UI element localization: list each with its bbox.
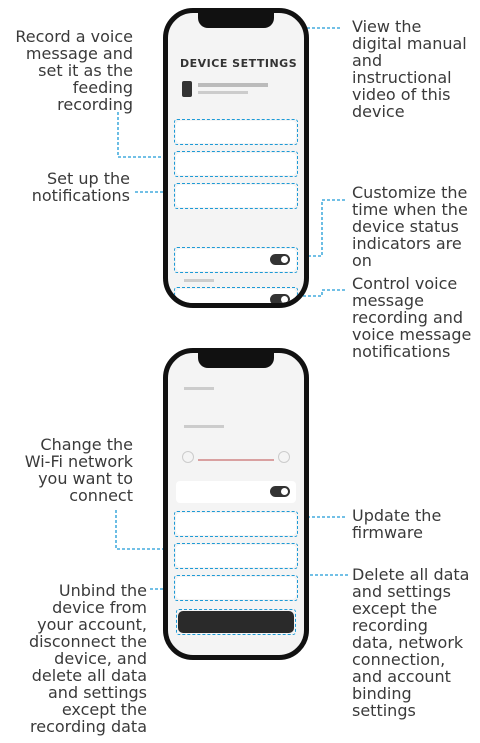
callout-line: and account <box>352 667 451 686</box>
callout-line: Wi-Fi network <box>24 452 133 471</box>
phone-device-settings-bottom <box>163 348 309 660</box>
callout-line: on <box>352 251 372 270</box>
callout-line: indicators are <box>352 234 462 253</box>
callout-line: time when the <box>352 200 468 219</box>
device-id-placeholder <box>198 91 248 94</box>
callout-line: Set up the <box>47 169 130 188</box>
callout-line: you want to <box>38 469 133 488</box>
callout-line: Customize the <box>352 183 468 202</box>
callout-line: delete all data <box>31 666 147 685</box>
callout-line: Unbind the <box>58 581 147 600</box>
leader-voice-control <box>302 289 345 297</box>
callout-line: your account, <box>37 615 147 634</box>
callout-line: message <box>352 291 424 310</box>
callout-line: connection, <box>352 650 446 669</box>
time-placeholder <box>184 279 214 282</box>
volume-label-placeholder <box>184 425 224 428</box>
callout-line: data, network <box>352 633 464 652</box>
phone-notch <box>198 353 274 368</box>
device-icon <box>182 81 192 97</box>
callout-line: connect <box>69 486 133 505</box>
callout-line: message and <box>25 44 133 63</box>
callout-line: Control voice <box>352 274 458 293</box>
callout-line: voice message <box>352 325 472 344</box>
callout-line: firmware <box>352 523 423 542</box>
callout-line: and settings <box>48 683 147 702</box>
reset-highlight <box>174 575 298 601</box>
callout-indicator-time: Customize the time when the device statu… <box>352 184 468 269</box>
callout-wifi: Change the Wi-Fi network you want to con… <box>25 436 133 504</box>
volume-slider[interactable] <box>198 459 274 461</box>
callout-line: video of this <box>352 85 451 104</box>
callout-line: recording <box>57 95 133 114</box>
callout-line: device status <box>352 217 459 236</box>
callout-line: recording <box>352 616 428 635</box>
callout-record-voice: Record a voice message and set it as the… <box>15 28 133 113</box>
callout-line: and <box>352 51 383 70</box>
firmware-highlight <box>174 511 298 537</box>
callout-line: device <box>352 102 405 121</box>
callout-line: set it as the <box>38 61 133 80</box>
callout-line: device, and <box>54 649 147 668</box>
toggle-row[interactable] <box>176 481 296 503</box>
callout-line: Record a voice <box>15 27 133 46</box>
callout-firmware: Update the firmware <box>352 507 441 541</box>
feature-toggle[interactable] <box>270 486 290 497</box>
callout-line: Delete all data <box>352 565 470 584</box>
callout-line: recording data <box>30 717 147 736</box>
callout-line: digital manual <box>352 34 467 53</box>
phone-device-settings-top: DEVICE SETTINGS <box>163 8 309 308</box>
device-name-placeholder <box>198 83 268 87</box>
unbind-highlight <box>176 609 296 635</box>
callout-line: disconnect the <box>28 632 147 651</box>
manual-row-highlight <box>174 119 298 145</box>
callout-line: and settings <box>352 582 451 601</box>
voice-recording-highlight <box>174 151 298 177</box>
indicator-highlight <box>174 247 298 273</box>
notifications-highlight <box>174 183 298 209</box>
page-title: DEVICE SETTINGS <box>180 57 298 70</box>
callout-manual: View the digital manual and instructiona… <box>352 18 467 120</box>
callout-line: except the <box>352 599 438 618</box>
callout-line: Change the <box>40 435 133 454</box>
voice-message-highlight <box>174 287 298 303</box>
callout-reset: Delete all data and settings except the … <box>352 566 469 719</box>
callout-line: device from <box>52 598 147 617</box>
callout-line: binding <box>352 684 412 703</box>
callout-line: instructional <box>352 68 452 87</box>
callout-notifications: Set up the notifications <box>32 170 130 204</box>
wifi-highlight <box>174 543 298 569</box>
volume-high-icon <box>278 451 290 463</box>
callout-line: except the <box>61 700 147 719</box>
callout-line: settings <box>352 701 416 720</box>
callout-line: View the <box>352 17 422 36</box>
callout-unbind: Unbind the device from your account, dis… <box>29 582 147 735</box>
time-placeholder <box>184 387 214 390</box>
callout-line: feeding <box>72 78 133 97</box>
phone-notch <box>198 13 274 28</box>
callout-line: notifications <box>352 342 451 361</box>
callout-line: recording and <box>352 308 464 327</box>
callout-voice-control: Control voice message recording and voic… <box>352 275 471 360</box>
callout-line: Update the <box>352 506 442 525</box>
volume-low-icon <box>182 451 194 463</box>
callout-line: notifications <box>31 186 130 205</box>
